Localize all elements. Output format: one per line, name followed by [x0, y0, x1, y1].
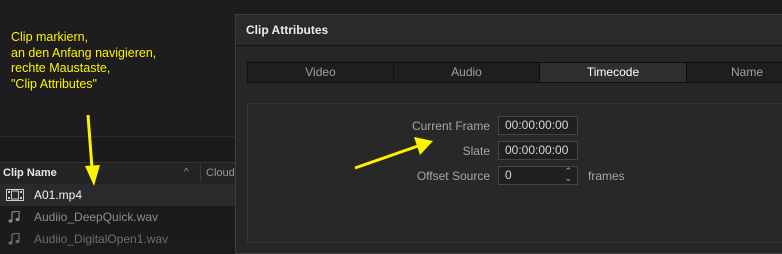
divider [0, 136, 236, 137]
clip-row-a01[interactable]: A01.mp4 [0, 184, 236, 206]
tab-video[interactable]: Video [248, 63, 394, 82]
annotation-line: an den Anfang navigieren, [11, 45, 157, 60]
clip-attributes-dialog: Clip Attributes Video Audio Timecode Nam… [235, 14, 782, 254]
annotation-line: "Clip Attributes" [11, 76, 97, 91]
tab-audio[interactable]: Audio [394, 63, 540, 82]
sort-ascending-icon[interactable]: ^ [184, 167, 189, 178]
column-clip-name[interactable]: Clip Name [3, 167, 57, 179]
offset-source-value: 0 [505, 168, 512, 182]
clip-list-header: Clip Name ^ Cloud [0, 162, 236, 185]
music-note-icon [8, 211, 20, 223]
clip-name: Audiio_DeepQuick.wav [34, 210, 159, 224]
slate-label: Slate [462, 144, 490, 158]
clip-row-audiio-digitalopen1[interactable]: Audiio_DigitalOpen1.wav [0, 228, 236, 250]
current-frame-field[interactable]: 00:00:00:00 [498, 116, 578, 135]
column-divider[interactable] [200, 165, 201, 181]
tab-name[interactable]: Name [687, 63, 782, 82]
stepper-arrows-icon[interactable]: ⌃ ⌄ [564, 167, 572, 183]
slate-field[interactable]: 00:00:00:00 [498, 141, 578, 160]
offset-source-label: Offset Source [416, 169, 490, 183]
film-icon [6, 189, 24, 201]
annotation-line: Clip markiern, [11, 30, 89, 44]
tab-bar: Video Audio Timecode Name [247, 62, 782, 83]
offset-source-unit: frames [588, 169, 625, 183]
tab-timecode[interactable]: Timecode [540, 63, 687, 82]
music-note-icon [8, 233, 20, 245]
timecode-panel: Current Frame 00:00:00:00 Slate 00:00:00… [247, 103, 782, 243]
clip-name: Audiio_DigitalOpen1.wav [34, 232, 169, 246]
column-cloud[interactable]: Cloud [206, 167, 235, 179]
clip-name: A01.mp4 [34, 188, 83, 202]
current-frame-label: Current Frame [411, 119, 490, 133]
tutorial-annotation: Clip markiern, an den Anfang navigieren,… [11, 30, 231, 92]
dialog-titlebar[interactable]: Clip Attributes [236, 15, 782, 46]
annotation-line: rechte Maustaste, [11, 61, 111, 75]
clip-row-audiio-deepquick[interactable]: Audiio_DeepQuick.wav [0, 206, 236, 228]
dialog-title: Clip Attributes [246, 23, 329, 37]
offset-source-stepper[interactable]: 0 ⌃ ⌄ [498, 166, 578, 185]
